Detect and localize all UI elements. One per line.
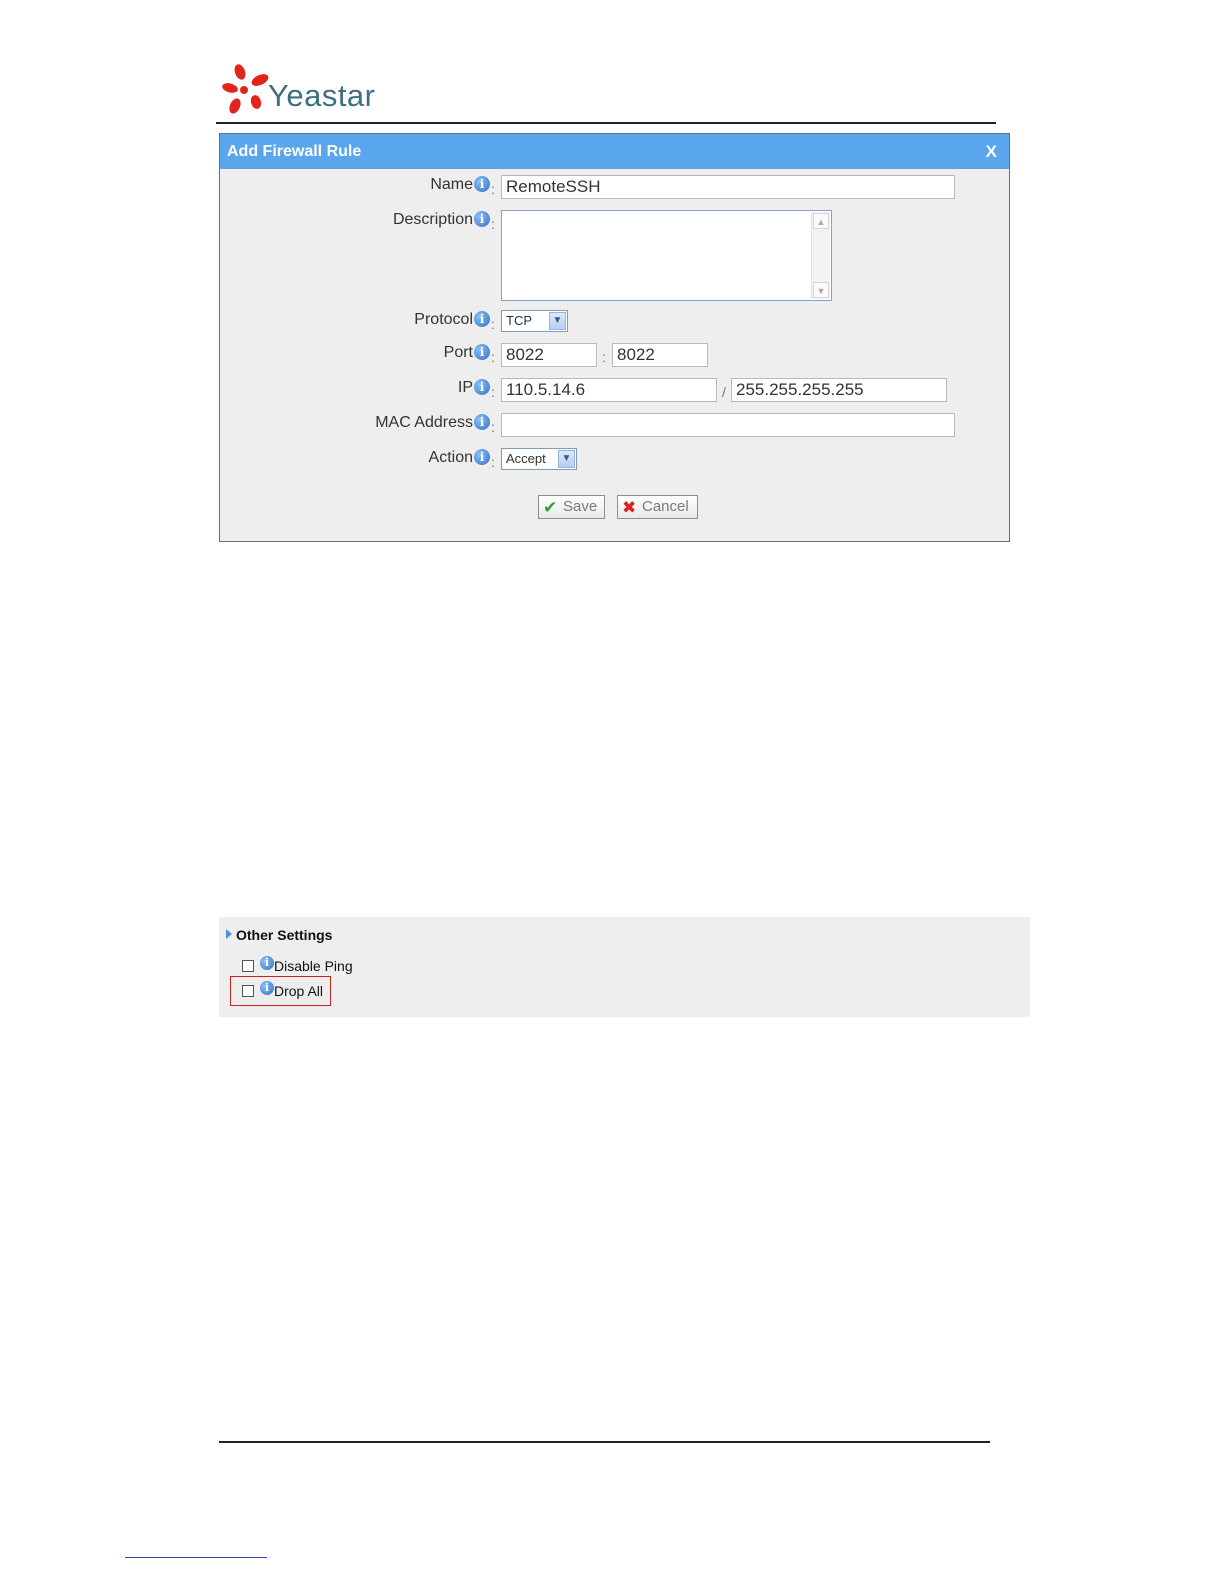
colon: : bbox=[491, 181, 495, 197]
info-icon[interactable]: i bbox=[474, 449, 490, 465]
info-icon[interactable]: i bbox=[260, 981, 274, 995]
other-settings-title: Other Settings bbox=[236, 927, 333, 943]
footer-link-underline[interactable] bbox=[125, 1557, 267, 1558]
ip-label: IP bbox=[457, 379, 473, 396]
protocol-row: Protocol i bbox=[220, 311, 490, 337]
save-button[interactable]: ✔ Save bbox=[538, 495, 605, 519]
info-icon[interactable]: i bbox=[474, 311, 490, 327]
checkmark-icon: ✔ bbox=[543, 498, 558, 517]
action-select[interactable]: Accept ▼ bbox=[501, 448, 577, 470]
info-icon[interactable]: i bbox=[474, 344, 490, 360]
expand-triangle-icon[interactable] bbox=[226, 929, 232, 939]
description-label: Description bbox=[392, 211, 473, 228]
port-separator: : bbox=[602, 349, 606, 365]
port-to-input[interactable] bbox=[612, 343, 708, 367]
action-row: Action i bbox=[220, 449, 490, 475]
info-icon[interactable]: i bbox=[474, 211, 490, 227]
footer-divider bbox=[219, 1441, 990, 1443]
colon: : bbox=[491, 349, 495, 365]
info-icon[interactable]: i bbox=[474, 414, 490, 430]
header-divider bbox=[216, 122, 996, 124]
description-row: Description i bbox=[220, 211, 490, 237]
other-settings-panel: Other Settings i Disable Ping i Drop All bbox=[219, 917, 1030, 1017]
port-row: Port i bbox=[220, 344, 490, 370]
ip-address-input[interactable] bbox=[501, 378, 717, 402]
name-row: Name i bbox=[220, 176, 490, 202]
name-input[interactable] bbox=[501, 175, 955, 199]
ip-mask-input[interactable] bbox=[731, 378, 947, 402]
colon: : bbox=[491, 216, 495, 232]
scroll-up-icon[interactable]: ▲ bbox=[813, 213, 829, 229]
textarea-scrollbar[interactable]: ▲ ▼ bbox=[811, 212, 830, 299]
info-icon[interactable]: i bbox=[474, 379, 490, 395]
colon: : bbox=[491, 316, 495, 332]
ip-separator: / bbox=[722, 384, 726, 400]
dialog-title: Add Firewall Rule bbox=[227, 143, 362, 160]
description-textarea[interactable]: ▲ ▼ bbox=[501, 210, 832, 301]
mac-address-input[interactable] bbox=[501, 413, 955, 437]
info-icon[interactable]: i bbox=[260, 956, 274, 970]
disable-ping-label: Disable Ping bbox=[274, 958, 353, 974]
port-label: Port bbox=[443, 344, 473, 361]
colon: : bbox=[491, 419, 495, 435]
colon: : bbox=[491, 454, 495, 470]
dialog-titlebar: Add Firewall Rule X bbox=[220, 134, 1009, 169]
mac-address-label: MAC Address bbox=[375, 414, 473, 431]
protocol-label: Protocol bbox=[414, 311, 473, 328]
scroll-down-icon[interactable]: ▼ bbox=[813, 282, 829, 298]
chevron-down-icon[interactable]: ▼ bbox=[549, 312, 566, 330]
ip-row: IP i bbox=[220, 379, 490, 405]
action-label: Action bbox=[428, 449, 473, 466]
colon: : bbox=[491, 384, 495, 400]
name-label: Name bbox=[430, 176, 473, 193]
protocol-select[interactable]: TCP ▼ bbox=[501, 310, 568, 332]
close-icon: ✖ bbox=[622, 498, 637, 517]
brand-name: Yeastar bbox=[268, 78, 376, 113]
mac-row: MAC Address i bbox=[220, 414, 490, 440]
cancel-button[interactable]: ✖ Cancel bbox=[617, 495, 698, 519]
info-icon[interactable]: i bbox=[474, 176, 490, 192]
drop-all-checkbox[interactable] bbox=[242, 985, 254, 997]
disable-ping-checkbox[interactable] bbox=[242, 960, 254, 972]
chevron-down-icon[interactable]: ▼ bbox=[558, 450, 575, 468]
drop-all-label: Drop All bbox=[274, 983, 324, 999]
add-firewall-rule-dialog: Add Firewall Rule X Namei : Descriptioni… bbox=[219, 133, 1010, 542]
close-button[interactable]: X bbox=[986, 134, 997, 169]
port-from-input[interactable] bbox=[501, 343, 597, 367]
